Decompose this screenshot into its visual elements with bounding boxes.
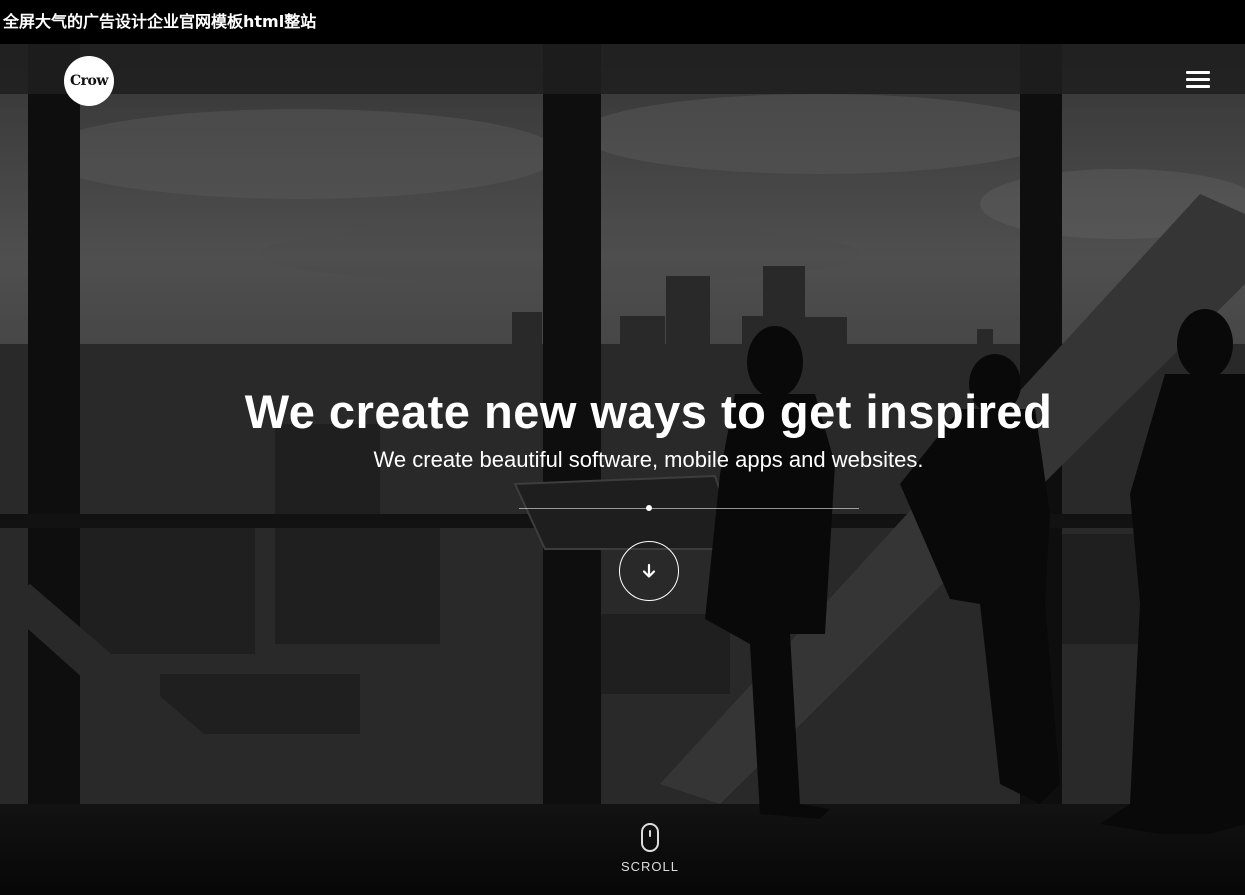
scroll-down-button[interactable] [619,541,679,601]
arrow-down-icon [642,563,656,578]
hamburger-menu-icon[interactable] [1186,71,1210,89]
divider-line [519,508,859,509]
scroll-label[interactable]: SCROLL [600,859,700,874]
logo-text: Crow [70,73,108,89]
mouse-icon[interactable] [641,823,659,852]
logo[interactable]: Crow [64,56,114,106]
divider-dot [646,505,652,511]
hero-section: Crow We create new ways to get inspired … [0,44,1245,895]
page-title: 全屏大气的广告设计企业官网模板html整站 [3,12,317,31]
hero-subheadline: We create beautiful software, mobile app… [373,447,924,472]
top-bar: 全屏大气的广告设计企业官网模板html整站 [0,0,1245,44]
hero-headline: We create new ways to get inspired [244,385,1053,438]
